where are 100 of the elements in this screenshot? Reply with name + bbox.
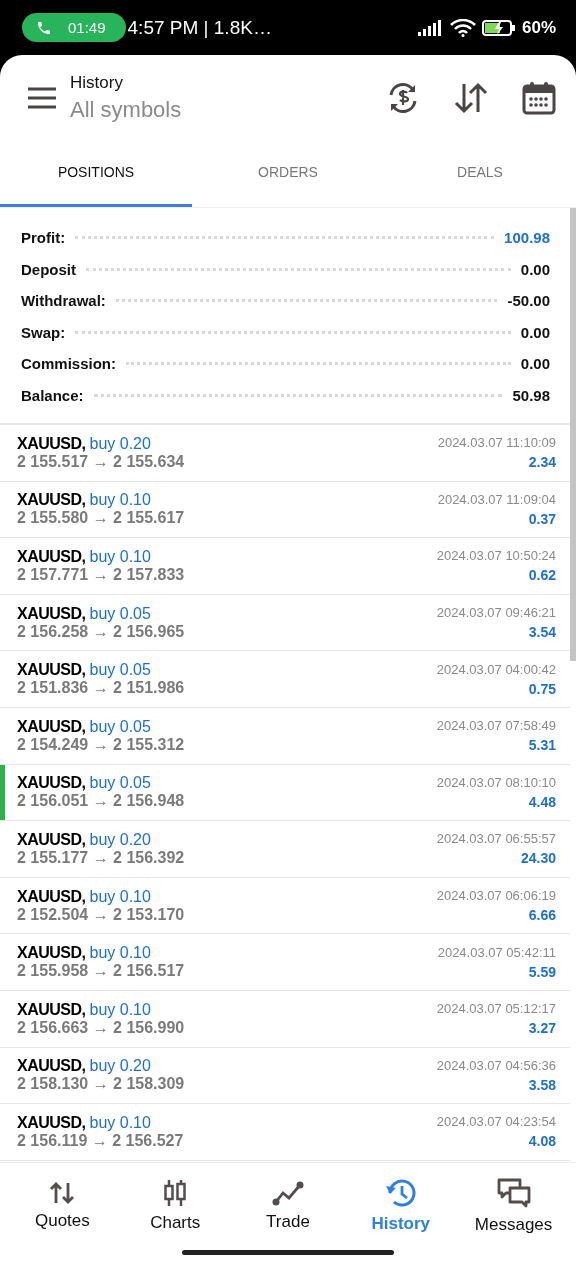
trade-profit: 5.59 [528, 963, 556, 980]
price-range: 2 155.958 → 2 156.517 [17, 962, 185, 981]
position-row[interactable]: XAUUSD, buy 0.10 2 156.663 → 2 156.990 2024.03.07 05:12:17 3.27 [0, 990, 570, 1048]
trade-time: 2024.03.07 08:10:10 [436, 774, 556, 790]
position-row[interactable]: XAUUSD, buy 0.10 2 155.580 → 2 155.617 2024.03.07 11:09:04 0.37 [0, 481, 570, 539]
summary-value: 0.00 [520, 355, 550, 373]
symbol-text: XAUUSD, [17, 717, 86, 736]
trade-time: 2024.03.07 11:10:09 [437, 435, 556, 451]
trade-profit: 0.75 [528, 680, 556, 697]
position-row[interactable]: XAUUSD, buy 0.10 2 156.119 → 2 156.527 2024.03.07 04:23:54 4.08 [0, 1104, 570, 1161]
trade-side: buy 0.20 [89, 1057, 151, 1076]
menu-icon[interactable] [28, 86, 56, 109]
symbol-text: XAUUSD, [17, 944, 86, 963]
symbol-text: XAUUSD, [17, 491, 86, 510]
trade-time: 2024.03.07 04:23:54 [436, 1114, 556, 1130]
trade-profit: 6.66 [528, 907, 556, 924]
symbol-text: XAUUSD, [17, 661, 86, 680]
position-row[interactable]: XAUUSD, buy 0.20 2 155.177 → 2 156.392 2024.03.07 06:55:57 24.30 [0, 821, 570, 878]
trade-time: 2024.03.07 05:42:11 [437, 944, 556, 960]
trade-time: 2024.03.07 11:09:04 [437, 491, 556, 507]
symbol-text: XAUUSD, [17, 548, 86, 566]
symbol-text: XAUUSD, [17, 1000, 86, 1019]
price-range: 2 157.771 → 2 157.833 [17, 566, 185, 584]
trade-time: 2024.03.07 04:56:36 [436, 1057, 556, 1073]
trade-side: buy 0.05 [89, 661, 151, 680]
signal-icon [417, 19, 444, 36]
symbol-text: XAUUSD, [17, 1057, 86, 1076]
position-row[interactable]: XAUUSD, buy 0.05 2 156.051 → 2 156.948 2024.03.07 08:10:10 4.48 [0, 764, 570, 822]
summary-value: 100.98 [504, 229, 550, 247]
trade-profit: 2.34 [528, 454, 556, 471]
symbol-text: XAUUSD, [17, 1113, 86, 1132]
battery-level: 60% [521, 17, 556, 38]
trade-profit: 3.58 [528, 1076, 556, 1093]
position-row[interactable]: XAUUSD, buy 0.10 2 152.504 → 2 153.170 2024.03.07 06:06:19 6.66 [0, 877, 570, 935]
position-row[interactable]: XAUUSD, buy 0.10 2 155.958 → 2 156.517 2024.03.07 05:42:11 5.59 [0, 934, 570, 991]
trade-side: buy 0.20 [89, 830, 151, 849]
symbol-text: XAUUSD, [17, 604, 86, 623]
trade-time: 2024.03.07 06:55:57 [436, 831, 556, 847]
price-range: 2 156.258 → 2 156.965 [17, 622, 185, 641]
history-icon [384, 1177, 417, 1208]
summary-label: Withdrawal: [21, 292, 106, 310]
calendar-icon[interactable] [522, 80, 556, 115]
trade-side: buy 0.05 [89, 717, 151, 736]
arrows-icon [49, 1180, 76, 1205]
symbol-text: XAUUSD, [17, 887, 86, 906]
chat-icon [495, 1176, 532, 1209]
price-range: 2 158.130 → 2 158.309 [17, 1075, 185, 1094]
trade-profit: 24.30 [520, 850, 556, 867]
price-range: 2 156.051 → 2 156.948 [17, 792, 185, 811]
summary-value: -50.00 [507, 292, 550, 310]
summary-label: Swap: [21, 323, 66, 341]
trade-profit: 4.08 [528, 1133, 556, 1150]
summary-label: Profit: [21, 229, 66, 247]
trade-profit: 3.54 [528, 624, 556, 641]
trade-side: buy 0.20 [89, 434, 151, 453]
trade-profit: 5.31 [528, 737, 556, 754]
position-row[interactable]: XAUUSD, buy 0.05 2 156.258 → 2 156.965 2024.03.07 09:46:21 3.54 [0, 594, 570, 652]
trade-profit: 3.27 [528, 1020, 556, 1037]
price-range: 2 156.663 → 2 156.990 [17, 1018, 185, 1037]
battery-icon [481, 18, 516, 37]
summary-value: 50.98 [512, 386, 550, 404]
summary-label: Commission: [21, 355, 116, 373]
symbol-text: XAUUSD, [17, 434, 86, 453]
symbol-text: XAUUSD, [17, 774, 86, 793]
trade-side: buy 0.10 [89, 491, 151, 510]
trade-side: buy 0.10 [89, 1113, 151, 1132]
position-row[interactable]: XAUUSD, buy 0.05 2 151.836 → 2 151.986 2024.03.07 04:00:42 0.75 [0, 651, 570, 708]
summary-label: Balance: [21, 386, 84, 404]
summary-label: Deposit [21, 260, 76, 278]
price-range: 2 155.517 → 2 155.634 [17, 452, 185, 471]
price-range: 2 152.504 → 2 153.170 [17, 905, 185, 924]
trade-side: buy 0.05 [89, 774, 151, 793]
price-range: 2 155.177 → 2 156.392 [17, 848, 185, 867]
price-range: 2 154.249 → 2 155.312 [17, 735, 185, 754]
trade-profit: 4.48 [528, 793, 556, 810]
summary-value: 0.00 [520, 260, 550, 278]
trade-time: 2024.03.07 10:50:24 [436, 548, 556, 564]
trade-profit: 0.62 [528, 567, 556, 584]
position-row[interactable]: XAUUSD, buy 0.20 2 155.517 → 2 155.634 2024.03.07 11:10:09 2.34 [0, 425, 570, 482]
wifi-icon [449, 18, 476, 37]
trade-side: buy 0.10 [89, 1000, 151, 1019]
trade-time: 2024.03.07 06:06:19 [436, 888, 556, 904]
header-title: History [70, 72, 124, 93]
position-row[interactable]: XAUUSD, buy 0.05 2 154.249 → 2 155.312 2024.03.07 07:58:49 5.31 [0, 707, 570, 765]
trade-side: buy 0.10 [89, 944, 151, 963]
price-range: 2 151.836 → 2 151.986 [17, 679, 185, 698]
trade-time: 2024.03.07 07:58:49 [436, 718, 556, 734]
position-row[interactable]: XAUUSD, buy 0.10 2 157.771 → 2 157.833 2024.03.07 10:50:24 0.62 [0, 538, 570, 595]
symbol-text: XAUUSD, [17, 830, 86, 849]
position-row[interactable]: XAUUSD, buy 0.20 2 158.130 → 2 158.309 2024.03.07 04:56:36 3.58 [0, 1047, 570, 1105]
status-text: 4:57 PM | 1.8K… [127, 16, 272, 39]
trade-side: buy 0.10 [89, 887, 151, 906]
sort-icon[interactable] [454, 81, 488, 114]
trade-time: 2024.03.07 04:00:42 [436, 661, 556, 677]
trade-time: 2024.03.07 09:46:21 [436, 605, 556, 621]
trade-profit: 0.37 [528, 510, 556, 527]
summary-value: 0.00 [520, 323, 550, 341]
trade-time: 2024.03.07 05:12:17 [436, 1001, 556, 1017]
price-range: 2 156.119 → 2 156.527 [17, 1131, 184, 1150]
phone-icon [36, 19, 52, 36]
